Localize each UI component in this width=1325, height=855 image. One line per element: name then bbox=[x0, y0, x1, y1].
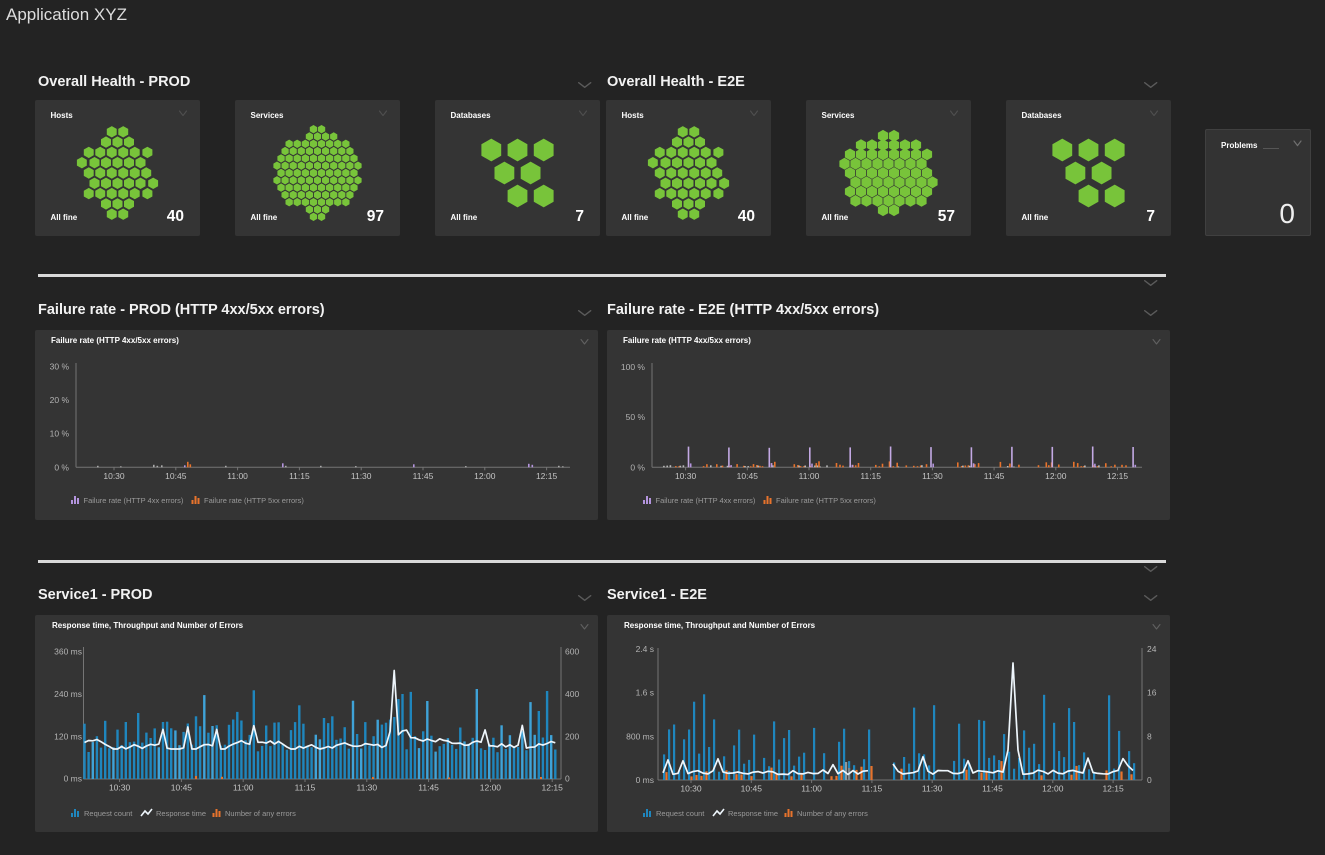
svg-text:Request count: Request count bbox=[656, 809, 705, 818]
svg-text:2.4 s: 2.4 s bbox=[636, 644, 654, 654]
svg-text:11:30: 11:30 bbox=[922, 471, 943, 481]
svg-text:0: 0 bbox=[1279, 198, 1295, 229]
svg-text:12:15: 12:15 bbox=[536, 471, 558, 481]
svg-text:20 %: 20 % bbox=[50, 395, 70, 405]
svg-text:40: 40 bbox=[167, 208, 184, 225]
svg-text:Response time, Throughput and: Response time, Throughput and Number of … bbox=[52, 621, 244, 630]
svg-text:Failure rate (HTTP 4xx errors): Failure rate (HTTP 4xx errors) bbox=[84, 496, 184, 505]
svg-text:11:00: 11:00 bbox=[227, 471, 248, 481]
svg-text:12:15: 12:15 bbox=[1107, 471, 1129, 481]
svg-text:Response time, Throughput and: Response time, Throughput and Number of … bbox=[624, 621, 816, 630]
svg-text:50 %: 50 % bbox=[626, 412, 646, 422]
svg-text:10:45: 10:45 bbox=[171, 783, 193, 793]
svg-text:800 ms: 800 ms bbox=[626, 731, 654, 741]
svg-text:Hosts: Hosts bbox=[622, 111, 645, 120]
svg-text:12:00: 12:00 bbox=[474, 471, 496, 481]
svg-text:All fine: All fine bbox=[51, 213, 78, 222]
svg-text:Response time: Response time bbox=[156, 809, 206, 818]
svg-text:Failure rate (HTTP 5xx errors): Failure rate (HTTP 5xx errors) bbox=[204, 496, 304, 505]
svg-text:8: 8 bbox=[1147, 731, 1152, 741]
svg-text:11:45: 11:45 bbox=[418, 783, 439, 793]
svg-text:12:15: 12:15 bbox=[1102, 784, 1124, 794]
svg-text:Problems: Problems bbox=[1221, 141, 1258, 150]
svg-text:0 ms: 0 ms bbox=[64, 774, 82, 784]
svg-text:Services: Services bbox=[251, 111, 284, 120]
svg-text:Response time: Response time bbox=[728, 809, 778, 818]
svg-text:7: 7 bbox=[575, 208, 584, 225]
svg-text:Databases: Databases bbox=[451, 111, 492, 120]
svg-text:12:15: 12:15 bbox=[542, 783, 564, 793]
svg-text:Number of any errors: Number of any errors bbox=[225, 809, 296, 818]
svg-text:10 %: 10 % bbox=[50, 429, 70, 439]
svg-text:All fine: All fine bbox=[251, 213, 278, 222]
svg-text:360 ms: 360 ms bbox=[54, 647, 82, 657]
svg-text:7: 7 bbox=[1146, 208, 1155, 225]
svg-text:10:45: 10:45 bbox=[737, 471, 759, 481]
svg-text:10:30: 10:30 bbox=[675, 471, 697, 481]
svg-text:10:45: 10:45 bbox=[741, 784, 763, 794]
svg-text:11:00: 11:00 bbox=[801, 784, 822, 794]
svg-text:Hosts: Hosts bbox=[51, 111, 74, 120]
svg-text:11:00: 11:00 bbox=[799, 471, 820, 481]
svg-text:57: 57 bbox=[938, 208, 955, 225]
svg-text:120 ms: 120 ms bbox=[54, 731, 82, 741]
svg-text:11:45: 11:45 bbox=[413, 471, 434, 481]
svg-text:10:30: 10:30 bbox=[680, 784, 702, 794]
svg-text:12:00: 12:00 bbox=[1045, 471, 1067, 481]
svg-text:Failure rate (HTTP 5xx errors): Failure rate (HTTP 5xx errors) bbox=[776, 496, 876, 505]
svg-text:11:30: 11:30 bbox=[356, 783, 377, 793]
svg-text:0 ms: 0 ms bbox=[636, 775, 654, 785]
svg-text:11:15: 11:15 bbox=[289, 471, 310, 481]
svg-text:10:30: 10:30 bbox=[103, 471, 125, 481]
svg-text:10:45: 10:45 bbox=[165, 471, 187, 481]
svg-text:Number of any errors: Number of any errors bbox=[797, 809, 868, 818]
svg-text:Failure rate (HTTP 4xx errors): Failure rate (HTTP 4xx errors) bbox=[656, 496, 756, 505]
svg-text:1.6 s: 1.6 s bbox=[636, 688, 654, 698]
svg-text:600: 600 bbox=[565, 647, 579, 657]
svg-text:0: 0 bbox=[1147, 775, 1152, 785]
svg-text:11:15: 11:15 bbox=[295, 783, 316, 793]
svg-text:10:30: 10:30 bbox=[109, 783, 131, 793]
svg-text:12:00: 12:00 bbox=[1042, 784, 1064, 794]
svg-text:Failure rate (HTTP 4xx/5xx err: Failure rate (HTTP 4xx/5xx errors) bbox=[623, 336, 751, 345]
svg-text:Failure rate (HTTP 4xx/5xx err: Failure rate (HTTP 4xx/5xx errors) bbox=[51, 336, 179, 345]
svg-text:97: 97 bbox=[367, 208, 384, 225]
svg-text:0 %: 0 % bbox=[54, 462, 69, 472]
svg-text:All fine: All fine bbox=[622, 213, 649, 222]
svg-text:11:45: 11:45 bbox=[982, 784, 1003, 794]
svg-text:All fine: All fine bbox=[451, 213, 478, 222]
svg-text:11:15: 11:15 bbox=[860, 471, 881, 481]
svg-text:240 ms: 240 ms bbox=[54, 689, 82, 699]
svg-text:All fine: All fine bbox=[1022, 213, 1049, 222]
svg-text:11:30: 11:30 bbox=[922, 784, 943, 794]
svg-text:100 %: 100 % bbox=[621, 362, 646, 372]
svg-text:24: 24 bbox=[1147, 644, 1157, 654]
svg-text:12:00: 12:00 bbox=[480, 783, 502, 793]
svg-text:200: 200 bbox=[565, 731, 579, 741]
svg-text:11:45: 11:45 bbox=[984, 471, 1005, 481]
svg-text:16: 16 bbox=[1147, 688, 1157, 698]
svg-text:0: 0 bbox=[565, 774, 570, 784]
svg-text:All fine: All fine bbox=[822, 213, 849, 222]
svg-text:0 %: 0 % bbox=[630, 462, 645, 472]
svg-text:11:30: 11:30 bbox=[351, 471, 372, 481]
svg-text:Request count: Request count bbox=[84, 809, 133, 818]
svg-text:Services: Services bbox=[822, 111, 855, 120]
svg-text:11:00: 11:00 bbox=[233, 783, 254, 793]
svg-text:11:15: 11:15 bbox=[862, 784, 883, 794]
svg-text:400: 400 bbox=[565, 689, 579, 699]
svg-text:40: 40 bbox=[738, 208, 755, 225]
svg-text:30 %: 30 % bbox=[50, 362, 70, 372]
svg-text:Databases: Databases bbox=[1022, 111, 1063, 120]
